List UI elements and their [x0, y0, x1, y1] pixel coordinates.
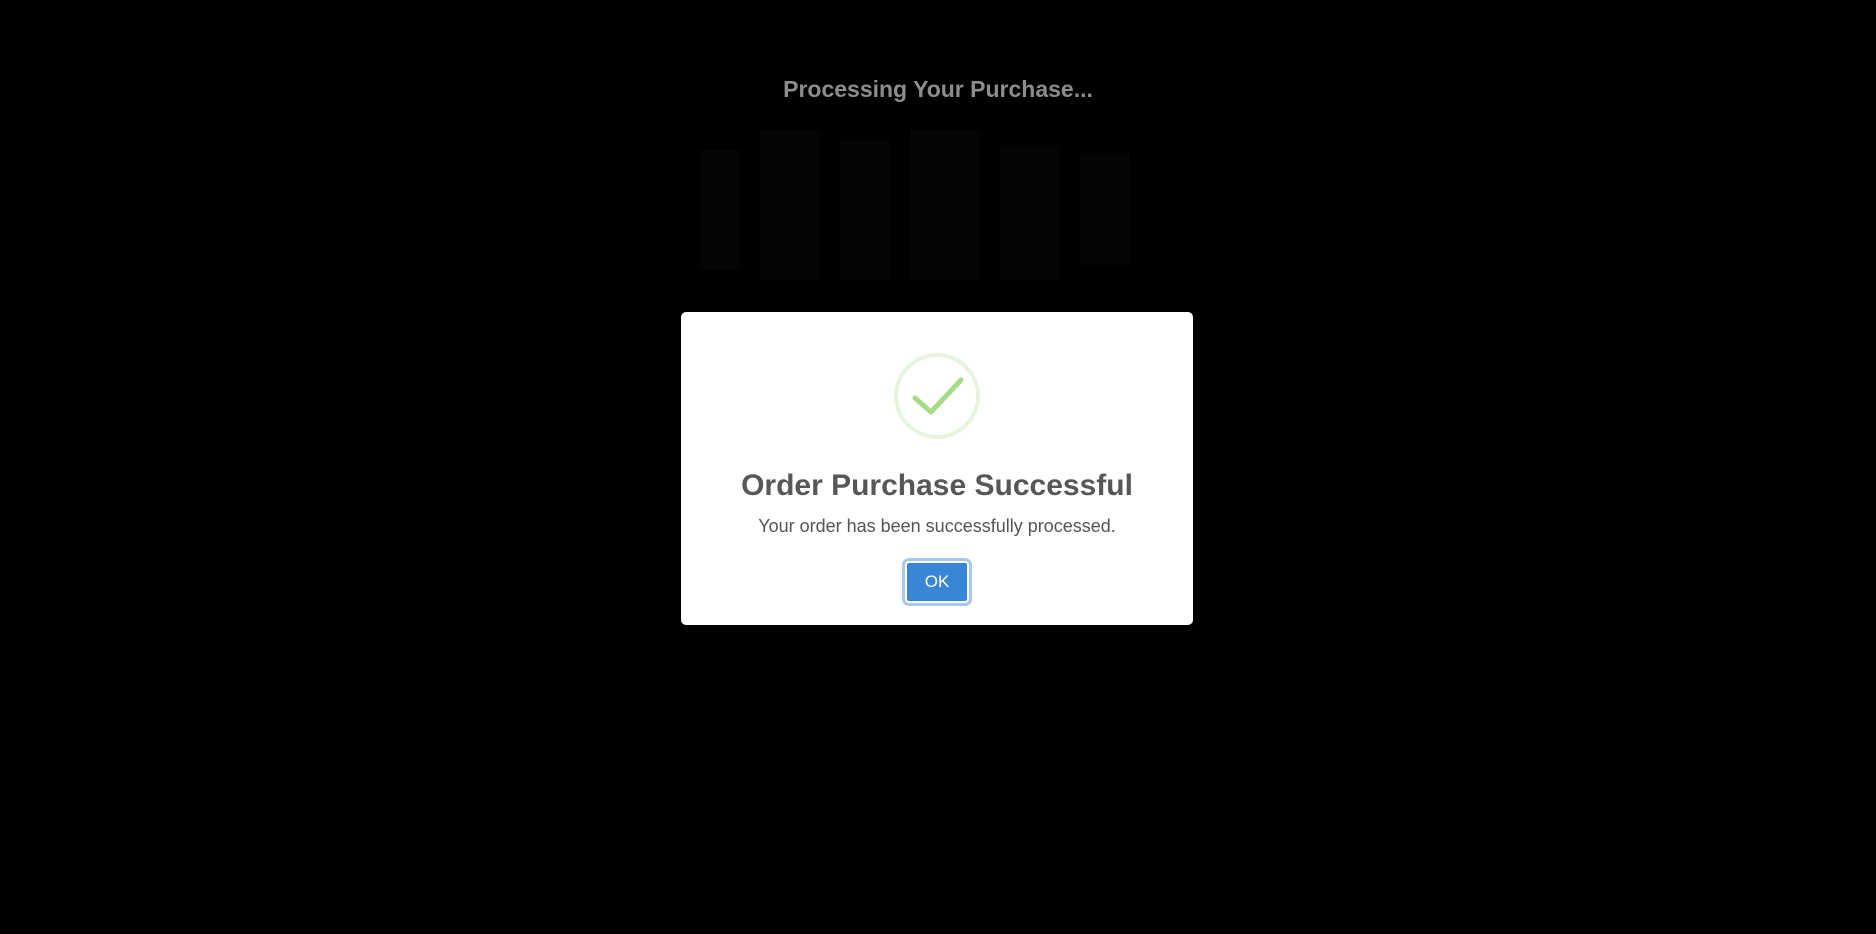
- dialog-title: Order Purchase Successful: [741, 469, 1133, 502]
- background-graphic: [700, 130, 1130, 280]
- checkmark-success-icon: [894, 353, 980, 439]
- processing-title: Processing Your Purchase...: [783, 76, 1093, 102]
- ok-button[interactable]: OK: [902, 558, 972, 606]
- page: Processing Your Purchase... Order Purcha…: [0, 0, 1876, 934]
- success-dialog: Order Purchase Successful Your order has…: [681, 312, 1193, 625]
- dialog-message: Your order has been successfully process…: [758, 516, 1116, 536]
